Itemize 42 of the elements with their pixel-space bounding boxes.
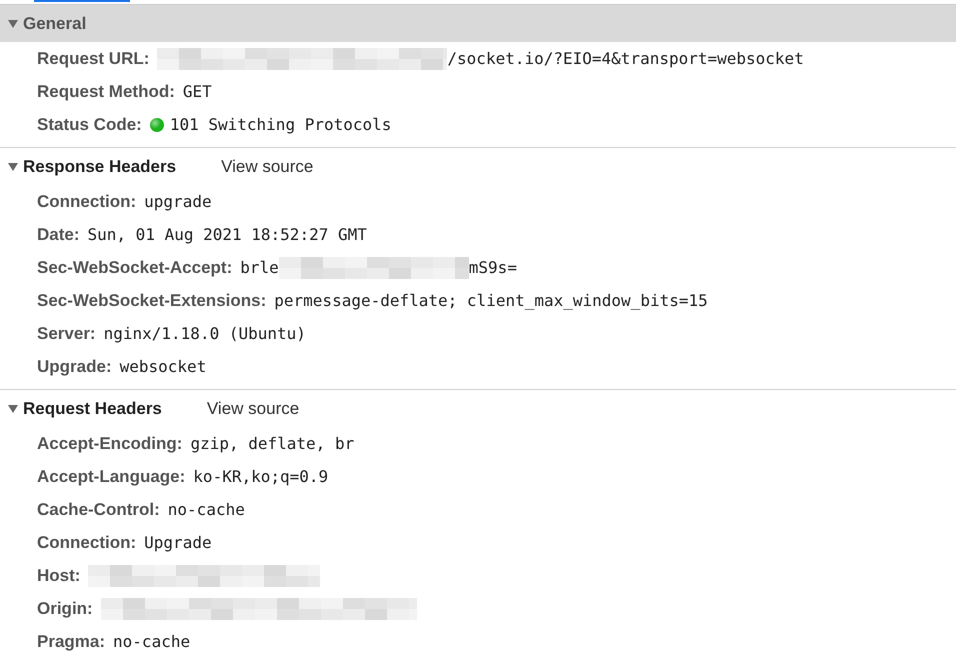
header-name: Status Code: [37, 114, 142, 134]
header-name: Connection: [37, 532, 136, 552]
header-value: mS9s= [468, 258, 517, 277]
caret-down-icon[interactable] [8, 162, 18, 170]
header-name: Sec-WebSocket-Accept: [37, 258, 232, 278]
header-name: Request URL: [37, 48, 150, 68]
header-name: Upgrade: [37, 356, 112, 376]
header-name: Connection: [37, 192, 136, 212]
view-source-link[interactable]: View source [206, 398, 300, 418]
header-value: Upgrade [144, 533, 212, 552]
section-title[interactable]: General [23, 14, 86, 34]
header-value: 101 Switching Protocols [170, 115, 392, 134]
section-header[interactable]: Request Headers View source [0, 390, 956, 427]
header-value: nginx/1.18.0 (Ubuntu) [104, 324, 306, 343]
header-value: no-cache [168, 500, 245, 519]
section-header[interactable]: Response Headers View source [0, 148, 956, 185]
view-source-link[interactable]: View source [221, 156, 314, 176]
header-value: ko-KR,ko;q=0.9 [193, 467, 328, 486]
header-value: /socket.io/?EIO=4&transport=websocket [447, 49, 804, 68]
header-name: Host: [37, 566, 80, 586]
header-value: permessage-deflate; client_max_window_bits=15 [274, 291, 708, 310]
header-value: upgrade [144, 192, 212, 211]
header-name: Accept-Language: [37, 466, 186, 486]
header-name: Request Method: [37, 82, 175, 102]
section-title[interactable]: Response Headers [23, 156, 176, 176]
header-name: Origin: [37, 598, 93, 618]
caret-down-icon[interactable] [8, 404, 18, 412]
header-value: websocket [120, 357, 206, 376]
header-name: Pragma: [37, 632, 106, 652]
header-value: no-cache [113, 632, 190, 651]
header-value: brle [240, 258, 279, 277]
section-title[interactable]: Request Headers [23, 398, 162, 418]
header-value: Sun, 01 Aug 2021 18:52:27 GMT [88, 225, 367, 244]
header-value: gzip, deflate, br [190, 434, 354, 453]
header-name: Date: [37, 224, 80, 244]
header-name: Cache-Control: [37, 500, 160, 520]
header-name: Accept-Encoding: [37, 434, 182, 454]
header-name: Server: [37, 324, 96, 344]
header-value: GET [182, 82, 212, 101]
header-name: Sec-WebSocket-Extensions: [37, 290, 266, 310]
caret-down-icon[interactable] [8, 20, 18, 28]
section-header[interactable]: General [0, 5, 956, 42]
